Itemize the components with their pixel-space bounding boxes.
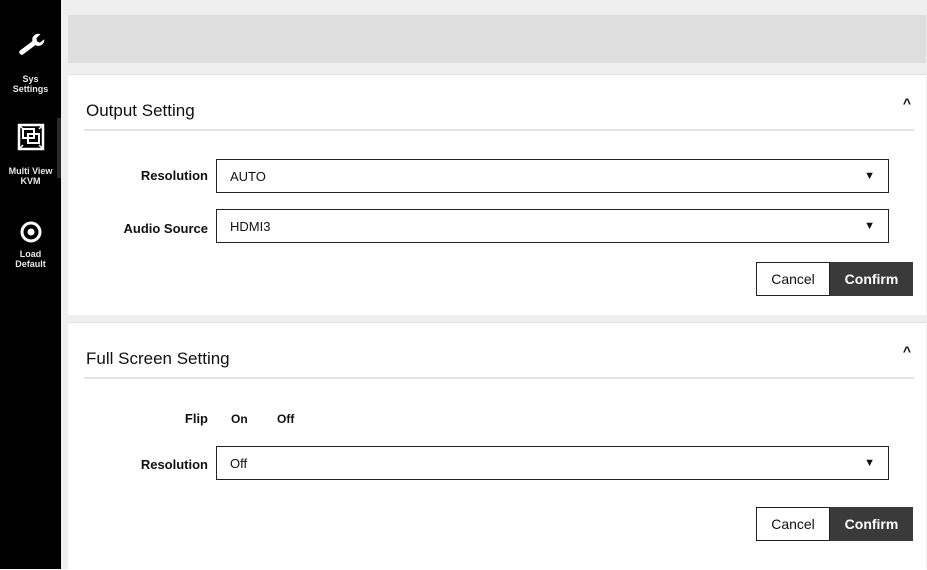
- sidebar-item-multi-view-kvm[interactable]: Multi View KVM: [0, 122, 61, 186]
- audio-source-label: Audio Source: [123, 221, 208, 236]
- collapse-icon[interactable]: ^: [903, 343, 911, 359]
- confirm-button[interactable]: Confirm: [830, 262, 913, 296]
- collapse-icon[interactable]: ^: [903, 95, 911, 111]
- panel-title: Full Screen Setting: [86, 349, 230, 368]
- multiview-icon: [17, 123, 44, 151]
- cancel-button[interactable]: Cancel: [756, 507, 830, 541]
- wrench-icon: [18, 33, 44, 55]
- reset-circle-icon: [20, 221, 41, 243]
- main-content: Output Setting ^ Resolution AUTO ▼ Audio…: [61, 0, 927, 570]
- sidebar-item-label: Load Default: [15, 249, 46, 269]
- flip-label: Flip: [184, 411, 208, 426]
- sidebar-item-label: Sys Settings: [12, 74, 49, 94]
- confirm-button[interactable]: Confirm: [830, 507, 913, 541]
- resolution-select[interactable]: AUTO ▼: [216, 159, 889, 193]
- chevron-down-icon: ▼: [864, 170, 875, 182]
- divider: [84, 377, 914, 379]
- sidebar-item-label: Multi View KVM: [8, 166, 53, 186]
- cancel-button[interactable]: Cancel: [756, 262, 830, 296]
- panel-title: Output Setting: [86, 101, 195, 120]
- chevron-down-icon: ▼: [864, 457, 875, 469]
- sidebar-item-sys-settings[interactable]: Sys Settings: [0, 30, 61, 94]
- resolution-value: AUTO: [230, 169, 266, 184]
- output-setting-panel: Output Setting ^ Resolution AUTO ▼ Audio…: [68, 74, 926, 315]
- flip-off-option[interactable]: Off: [277, 412, 294, 426]
- sidebar: Sys Settings Multi View KVM Load Default: [0, 0, 61, 569]
- fullscreen-resolution-select[interactable]: Off ▼: [216, 446, 889, 480]
- divider: [84, 129, 914, 131]
- sidebar-item-load-default[interactable]: Load Default: [0, 220, 61, 269]
- resolution-label: Resolution: [140, 457, 208, 472]
- full-screen-setting-panel: Full Screen Setting ^ Flip On Off Resolu…: [68, 322, 926, 570]
- flip-on-option[interactable]: On: [231, 412, 248, 426]
- chevron-down-icon: ▼: [864, 220, 875, 232]
- top-header-bar: [68, 15, 926, 63]
- audio-source-select[interactable]: HDMI3 ▼: [216, 209, 889, 243]
- fullscreen-resolution-value: Off: [230, 456, 248, 471]
- resolution-label: Resolution: [140, 168, 208, 183]
- audio-source-value: HDMI3: [230, 219, 271, 234]
